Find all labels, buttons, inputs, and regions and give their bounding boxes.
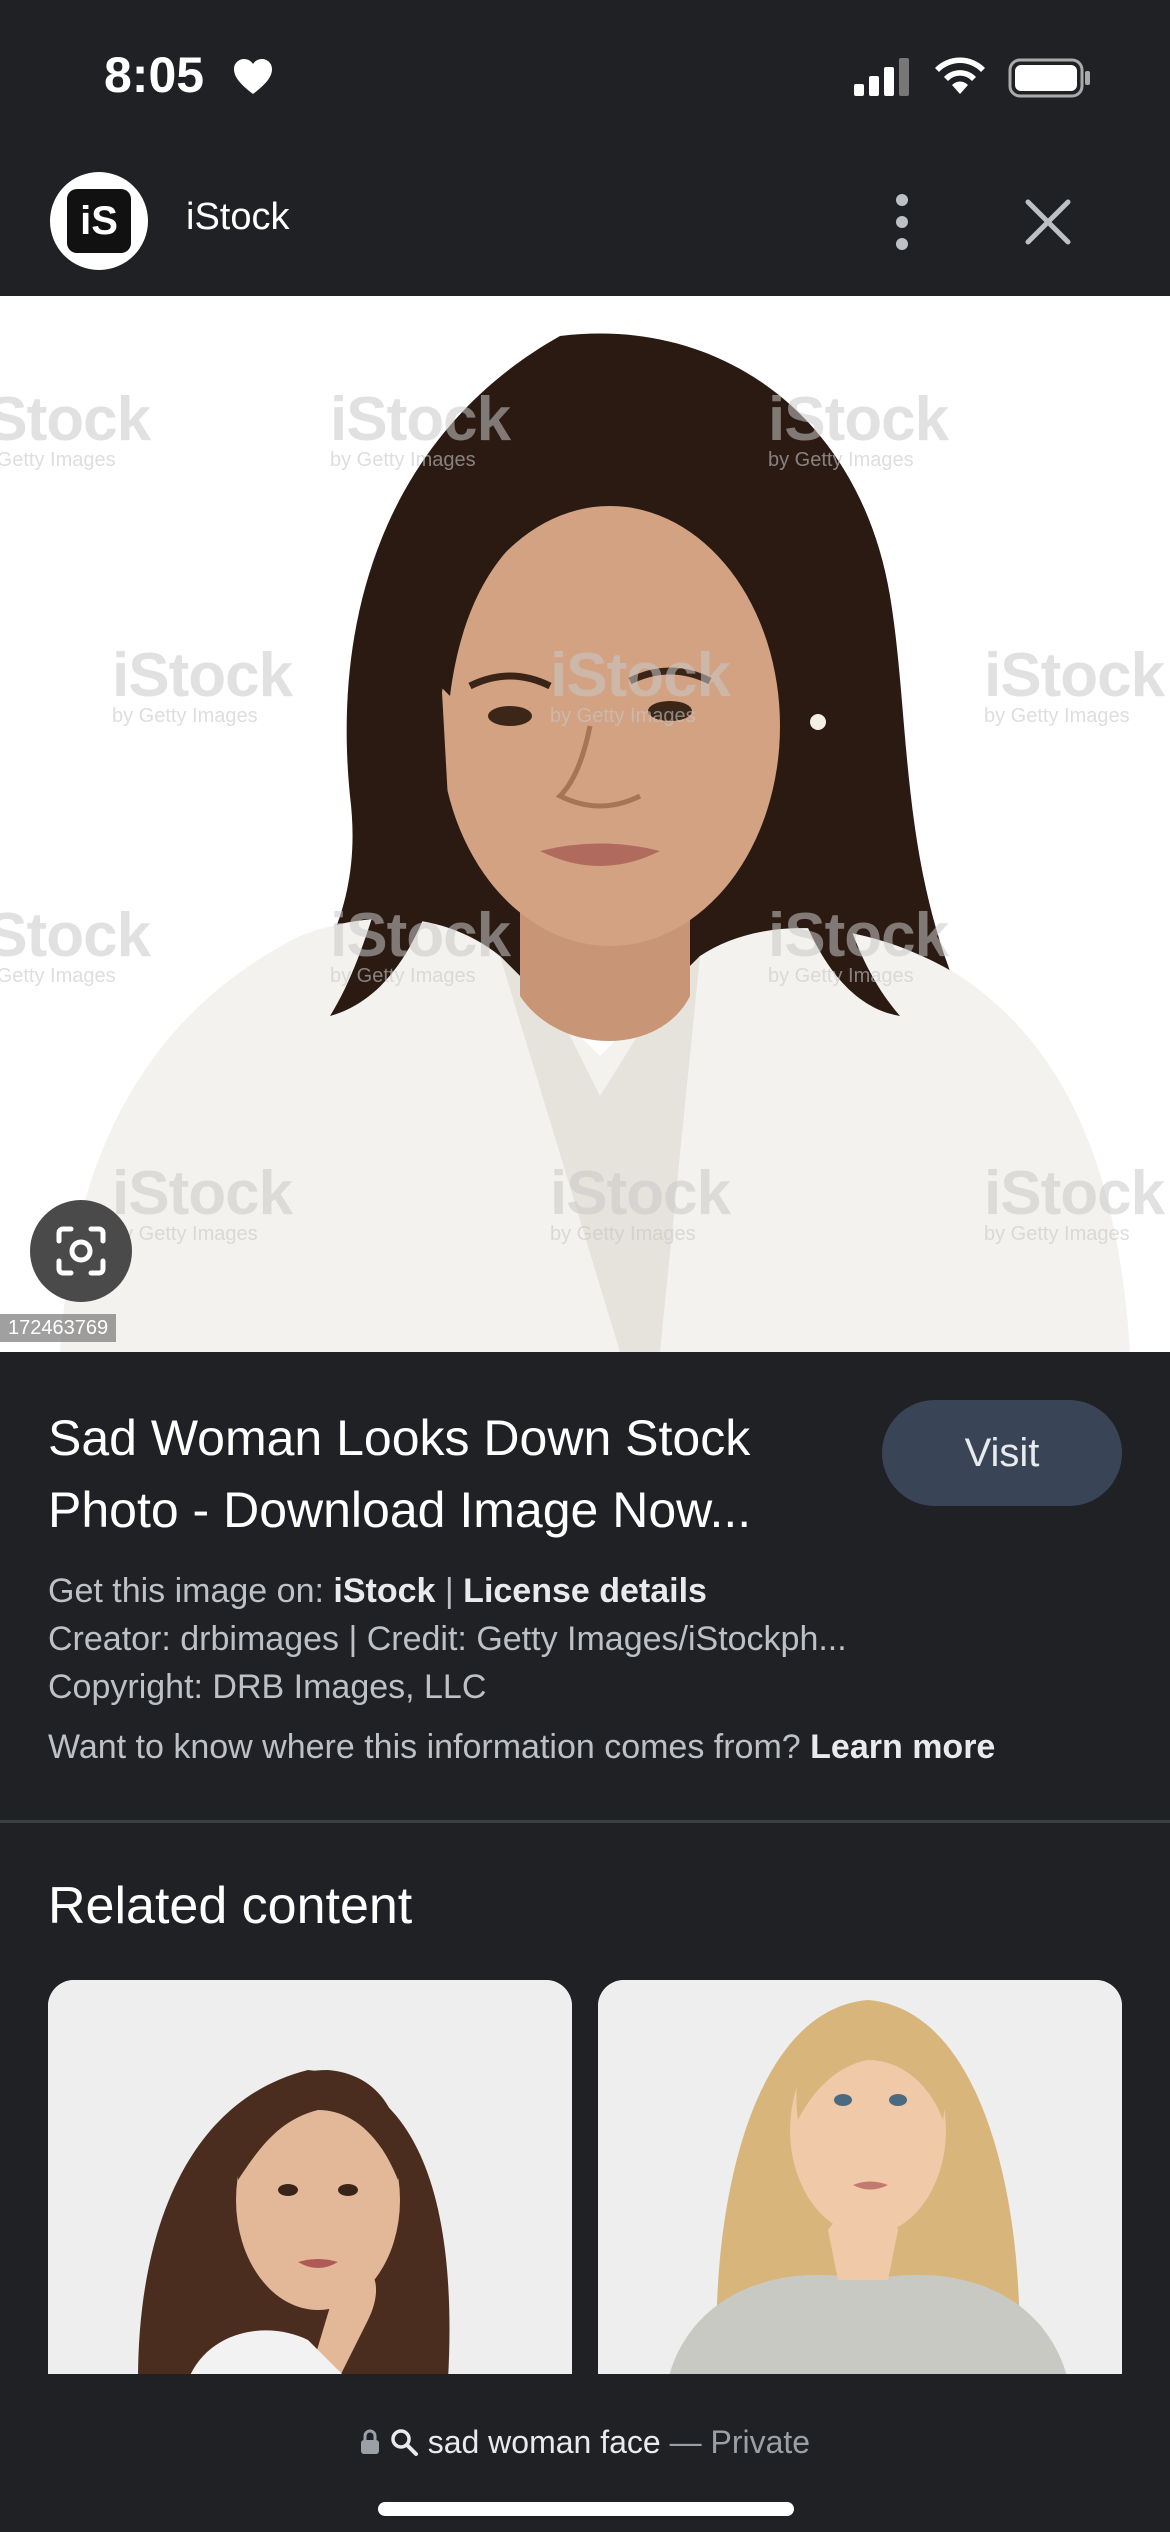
related-photo-blonde — [598, 1980, 1122, 2380]
more-options-button[interactable] — [880, 186, 924, 258]
status-time: 8:05 — [104, 47, 205, 103]
browser-bottom-bar: sad woman face — Private — [0, 2374, 1170, 2532]
image-title[interactable]: Sad Woman Looks Down Stock Photo - Downl… — [48, 1402, 868, 1546]
watermark: iStockby Getty Images — [330, 385, 511, 471]
search-icon — [391, 2429, 418, 2456]
separator: | — [444, 1572, 454, 1610]
status-bar: 8:05 — [0, 0, 1170, 150]
battery-icon — [1008, 58, 1092, 103]
watermark: iStockby Getty Images — [768, 385, 949, 471]
close-button[interactable] — [1016, 190, 1080, 254]
watermark: iStockby Getty Images — [112, 1159, 293, 1245]
watermark: iStockby Getty Images — [768, 901, 949, 987]
visit-button[interactable]: Visit — [882, 1400, 1122, 1506]
related-photo-brunette — [48, 1980, 572, 2380]
private-label: Private — [710, 2424, 811, 2460]
creator-line: Creator: drbimages | Credit: Getty Image… — [48, 1620, 847, 1658]
related-content-heading: Related content — [48, 1877, 413, 1935]
source-site-link[interactable]: iStock — [333, 1572, 435, 1610]
watermark: iStockby Getty Images — [984, 641, 1165, 727]
google-lens-button[interactable] — [30, 1200, 132, 1302]
lock-icon — [360, 2429, 379, 2454]
dash-separator: — — [669, 2424, 702, 2460]
address-bar[interactable]: sad woman face — Private — [0, 2424, 1170, 2461]
watermark: iStockby Getty Images — [112, 641, 293, 727]
related-image-card[interactable] — [598, 1980, 1122, 2380]
related-image-card[interactable] — [48, 1980, 572, 2380]
source-prefix: Get this image on: — [48, 1572, 324, 1610]
watermark: iStockby Getty Images — [0, 385, 151, 471]
more-vert-icon — [896, 194, 908, 250]
watermark: iStockby Getty Images — [550, 1159, 731, 1245]
site-name[interactable]: iStock — [186, 196, 289, 239]
section-divider — [0, 1820, 1170, 1823]
home-indicator[interactable] — [378, 2502, 794, 2516]
watermark: iStockby Getty Images — [550, 641, 731, 727]
learn-more-link[interactable]: Learn more — [810, 1728, 995, 1766]
lens-icon — [56, 1226, 106, 1276]
viewer-header: iS iStock — [0, 150, 1170, 296]
watermark: iStockby Getty Images — [984, 1159, 1165, 1245]
close-icon — [1025, 199, 1071, 245]
main-image[interactable]: iStockby Getty Images iStockby Getty Ima… — [0, 296, 1170, 1352]
copyright-line: Copyright: DRB Images, LLC — [48, 1668, 487, 1706]
image-id-label: 172463769 — [0, 1314, 117, 1342]
cellular-signal-icon — [854, 58, 914, 101]
watermark: iStockby Getty Images — [0, 901, 151, 987]
watermark: iStockby Getty Images — [330, 901, 511, 987]
image-info-panel: Sad Woman Looks Down Stock Photo - Downl… — [0, 1352, 1170, 1822]
wifi-icon — [932, 54, 988, 101]
search-query: sad woman face — [427, 2424, 661, 2460]
heart-icon — [232, 58, 274, 101]
source-line: Get this image on: iStock | License deta… — [48, 1572, 707, 1611]
info-question-line: Want to know where this information come… — [48, 1728, 995, 1767]
site-logo[interactable]: iS — [50, 172, 148, 270]
info-question: Want to know where this information come… — [48, 1728, 801, 1766]
istock-logo-icon: iS — [67, 189, 131, 253]
license-details-link[interactable]: License details — [463, 1572, 707, 1610]
